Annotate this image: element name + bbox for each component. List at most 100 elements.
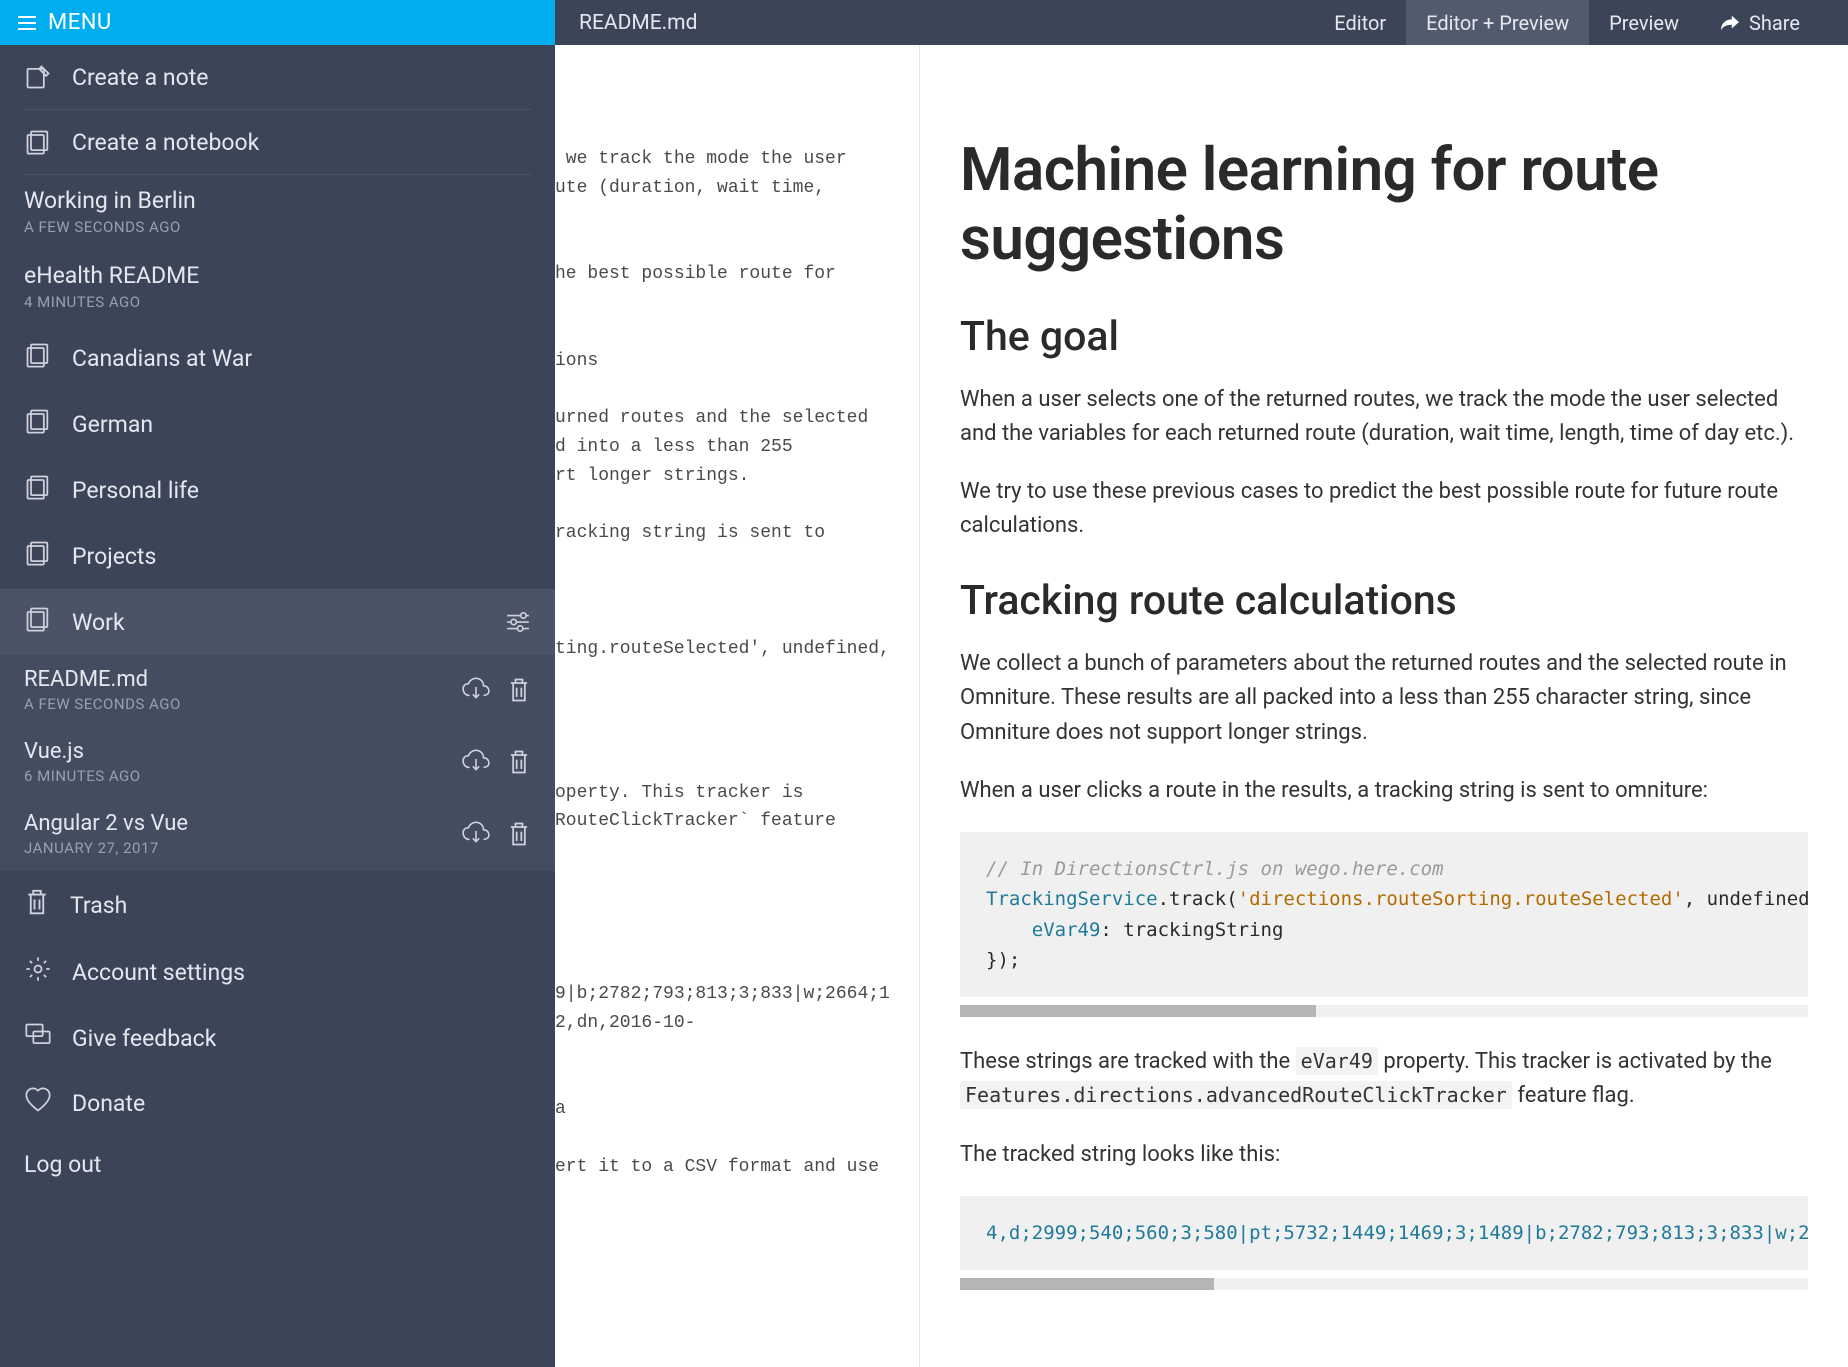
recent-item[interactable]: eHealth README 4 MINUTES AGO [0, 250, 555, 325]
account-settings-button[interactable]: Account settings [0, 939, 555, 1005]
note-item[interactable]: Angular 2 vs Vue JANUARY 27, 2017 [0, 799, 555, 871]
cloud-download-icon[interactable] [461, 676, 491, 702]
preview-paragraph: The tracked string looks like this: [960, 1138, 1808, 1172]
donate-button[interactable]: Donate [0, 1071, 555, 1135]
cloud-download-icon[interactable] [461, 748, 491, 774]
logout-label: Log out [24, 1151, 101, 1178]
code-token: , undefined, [1684, 888, 1808, 910]
code-token: 'directions.routeSorting.routeSelected' [1238, 888, 1684, 910]
tab-preview[interactable]: Preview [1589, 0, 1699, 45]
notebook-icon [24, 605, 52, 639]
code-block: // In DirectionsCtrl.js on wego.here.com… [960, 832, 1808, 998]
recent-title: Working in Berlin [24, 187, 531, 214]
trash-button[interactable]: Trash [0, 871, 555, 939]
recent-meta: 4 MINUTES AGO [24, 293, 531, 311]
create-notebook-label: Create a notebook [72, 129, 531, 156]
note-title: Angular 2 vs Vue [24, 811, 461, 836]
create-notebook-icon [24, 128, 52, 156]
notebook-icon [24, 539, 52, 573]
note-meta: JANUARY 27, 2017 [24, 839, 461, 857]
trash-icon[interactable] [507, 820, 531, 848]
preview-paragraph: We collect a bunch of parameters about t… [960, 647, 1808, 749]
tab-editor[interactable]: Editor [1314, 0, 1406, 45]
heart-icon [24, 1087, 52, 1119]
notebook-label: Projects [72, 543, 156, 570]
topbar: MENU README.md Editor Editor + Preview P… [0, 0, 1848, 45]
horizontal-scrollbar[interactable] [960, 1278, 1808, 1290]
notebook-item-selected[interactable]: Work [0, 589, 555, 655]
horizontal-scrollbar[interactable] [960, 1005, 1808, 1017]
account-label: Account settings [72, 959, 245, 986]
menu-label: MENU [48, 10, 112, 35]
note-item[interactable]: Vue.js 6 MINUTES AGO [0, 727, 555, 799]
donate-label: Donate [72, 1090, 145, 1117]
trash-icon [24, 887, 50, 923]
notebook-icon [24, 341, 52, 375]
cloud-download-icon[interactable] [461, 820, 491, 846]
code-token: : trackingString [1100, 919, 1283, 941]
notebook-label: Work [72, 609, 125, 636]
preview-paragraph: We try to use these previous cases to pr… [960, 475, 1808, 543]
preview-h1: Machine learning for route suggestions [960, 135, 1808, 273]
note-title: README.md [24, 667, 461, 692]
preview-paragraph: These strings are tracked with the eVar4… [960, 1045, 1808, 1113]
text-span: property. This tracker is activated by t… [1378, 1049, 1772, 1074]
text-span: These strings are tracked with the [960, 1049, 1296, 1074]
gear-icon [24, 955, 52, 989]
preview-pane[interactable]: Machine learning for route suggestions T… [920, 45, 1848, 1367]
feedback-label: Give feedback [72, 1025, 216, 1052]
share-button[interactable]: Share [1699, 0, 1820, 45]
note-meta: A FEW SECONDS AGO [24, 695, 461, 713]
trash-icon[interactable] [507, 748, 531, 776]
preview-h2-goal: The goal [960, 313, 1808, 361]
logout-button[interactable]: Log out [0, 1135, 555, 1194]
note-meta: 6 MINUTES AGO [24, 767, 461, 785]
code-token: }); [986, 949, 1020, 971]
notebook-icon [24, 407, 52, 441]
create-note-icon [24, 63, 52, 91]
notebook-icon [24, 473, 52, 507]
editor-pane[interactable]: we track the mode the userute (duration,… [555, 45, 920, 1367]
create-note-button[interactable]: Create a note [0, 45, 555, 109]
preview-h2-tracking: Tracking route calculations [960, 577, 1808, 625]
fullscreen-button[interactable] [1820, 0, 1848, 24]
share-label: Share [1749, 11, 1800, 35]
notebook-item[interactable]: Projects [0, 523, 555, 589]
code-block: 4,d;2999;540;560;3;580|pt;5732;1449;1469… [960, 1196, 1808, 1270]
view-tabs: Editor Editor + Preview Preview Share [1314, 0, 1848, 45]
trash-icon[interactable] [507, 676, 531, 704]
chat-icon [24, 1021, 52, 1055]
sidebar: Create a note Create a notebook Working … [0, 45, 555, 1367]
code-token: TrackingService [986, 888, 1158, 910]
tab-editor-preview[interactable]: Editor + Preview [1406, 0, 1589, 45]
preview-paragraph: When a user clicks a route in the result… [960, 774, 1808, 808]
give-feedback-button[interactable]: Give feedback [0, 1005, 555, 1071]
create-note-label: Create a note [72, 64, 531, 91]
note-item[interactable]: README.md A FEW SECONDS AGO [0, 655, 555, 727]
notebook-item[interactable]: Canadians at War [0, 325, 555, 391]
notebook-item[interactable]: Personal life [0, 457, 555, 523]
inline-code: eVar49 [1296, 1047, 1378, 1075]
notes-list: README.md A FEW SECONDS AGO Vue.js 6 MIN… [0, 655, 555, 871]
trash-label: Trash [70, 892, 127, 919]
recent-item[interactable]: Working in Berlin A FEW SECONDS AGO [0, 175, 555, 250]
code-token: eVar49 [1032, 919, 1101, 941]
settings-sliders-icon[interactable] [505, 611, 531, 633]
notebook-label: Personal life [72, 477, 199, 504]
recent-title: eHealth README [24, 262, 531, 289]
recent-meta: A FEW SECONDS AGO [24, 218, 531, 236]
menu-button[interactable]: MENU [0, 0, 555, 45]
create-notebook-button[interactable]: Create a notebook [0, 110, 555, 174]
code-token: .track( [1158, 888, 1238, 910]
code-token: 4,d;2999;540;560;3;580|pt;5732;1449;1469… [986, 1222, 1808, 1244]
note-title: Vue.js [24, 739, 461, 764]
notebook-label: Canadians at War [72, 345, 252, 372]
code-comment: // In DirectionsCtrl.js on wego.here.com [986, 858, 1444, 880]
notebook-label: German [72, 411, 153, 438]
text-span: feature flag. [1512, 1083, 1635, 1108]
notebook-item[interactable]: German [0, 391, 555, 457]
current-file-title: README.md [555, 0, 1314, 45]
share-icon [1719, 14, 1741, 32]
preview-paragraph: When a user selects one of the returned … [960, 383, 1808, 451]
hamburger-icon [18, 16, 36, 30]
